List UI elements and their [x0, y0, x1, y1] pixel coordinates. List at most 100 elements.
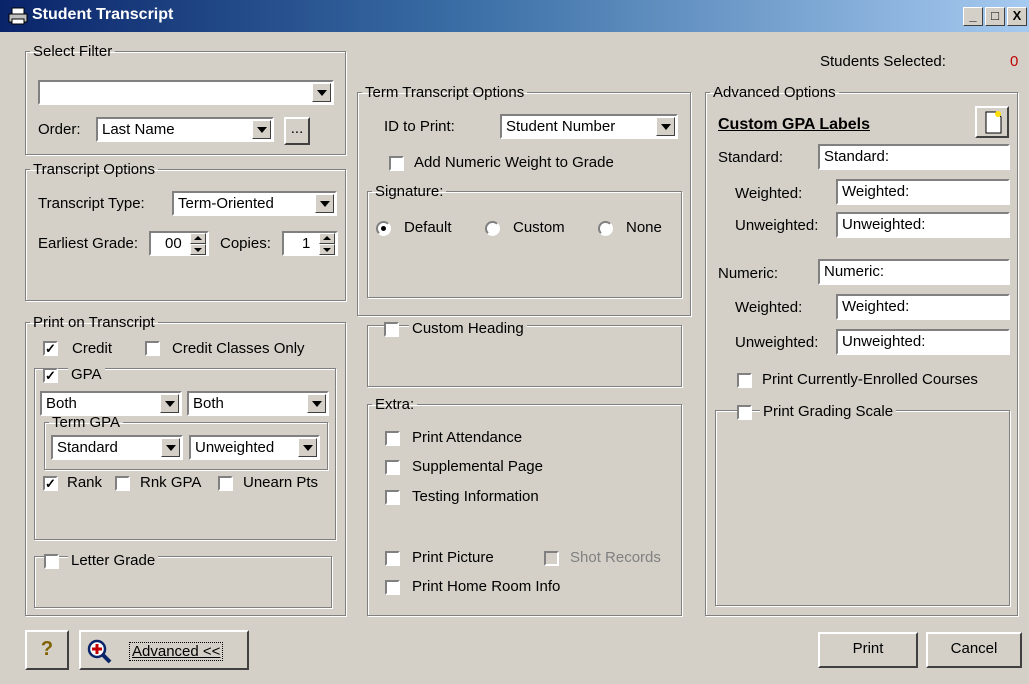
supplemental-page-label: Supplemental Page — [412, 458, 543, 475]
weighted-field[interactable]: Weighted: — [836, 179, 1010, 205]
new-document-button[interactable] — [975, 106, 1009, 138]
chevron-down-icon[interactable] — [161, 438, 180, 457]
print-on-transcript-legend: Print on Transcript — [33, 314, 155, 331]
transcript-options-legend: Transcript Options — [33, 161, 155, 178]
signature-group: Signature: — [367, 183, 682, 298]
signature-none-label: None — [626, 219, 662, 236]
students-selected-count: 0 — [1010, 53, 1019, 70]
numeric-weighted-field[interactable]: Weighted: — [836, 294, 1010, 320]
numeric-value: Numeric: — [824, 263, 885, 280]
custom-heading-label: Custom Heading — [409, 320, 527, 337]
shot-records-checkbox[interactable] — [544, 551, 559, 566]
signature-none-radio[interactable] — [598, 221, 613, 236]
signature-default-radio[interactable] — [376, 221, 391, 236]
signature-default-label: Default — [404, 219, 452, 236]
rank-checkbox[interactable]: ✓ — [43, 476, 58, 491]
print-button[interactable]: Print — [818, 632, 918, 668]
chevron-down-icon[interactable] — [252, 120, 271, 139]
chevron-down-icon[interactable] — [160, 394, 179, 413]
copies-value: 1 — [302, 235, 311, 252]
numeric-field[interactable]: Numeric: — [818, 259, 1010, 285]
print-picture-label: Print Picture — [412, 549, 494, 566]
standard-field[interactable]: Standard: — [818, 144, 1010, 170]
spinner-arrows-icon[interactable] — [190, 233, 206, 256]
unweighted-value: Unweighted: — [842, 216, 926, 233]
print-picture-checkbox[interactable] — [385, 551, 400, 566]
print-currently-enrolled-label: Print Currently-Enrolled Courses — [762, 371, 978, 388]
numeric-unweighted-field[interactable]: Unweighted: — [836, 329, 1010, 355]
numeric-label: Numeric: — [718, 265, 779, 282]
filter-select[interactable] — [38, 80, 334, 105]
chevron-down-icon[interactable] — [298, 438, 317, 457]
copies-spinner[interactable]: 1 — [282, 231, 338, 256]
credit-checkbox[interactable]: ✓ — [43, 341, 58, 356]
gpa-label: GPA — [68, 366, 105, 383]
add-weight-label: Add Numeric Weight to Grade — [414, 154, 614, 171]
title-bar: Student Transcript _ □ X — [0, 0, 1029, 32]
term-gpa-select-1[interactable]: Standard — [51, 435, 183, 460]
unearn-pts-label: Unearn Pts — [243, 474, 319, 491]
earliest-grade-spinner[interactable]: 00 — [149, 231, 209, 256]
order-label: Order: — [38, 121, 81, 138]
print-attendance-checkbox[interactable] — [385, 431, 400, 446]
custom-gpa-labels-heading: Custom GPA Labels — [718, 116, 871, 133]
minimize-button[interactable]: _ — [963, 7, 983, 26]
rnk-gpa-label: Rnk GPA — [140, 474, 202, 491]
id-to-print-label: ID to Print: — [384, 118, 455, 135]
students-selected-label: Students Selected: — [820, 53, 946, 70]
testing-information-checkbox[interactable] — [385, 490, 400, 505]
print-currently-enrolled-checkbox[interactable] — [737, 373, 752, 388]
help-button[interactable]: ? — [25, 630, 69, 670]
weighted-value: Weighted: — [842, 183, 910, 200]
signature-legend: Signature: — [375, 183, 444, 200]
order-browse-button[interactable]: ... — [284, 117, 310, 145]
cancel-button[interactable]: Cancel — [926, 632, 1022, 668]
chevron-down-icon[interactable] — [312, 83, 331, 102]
spinner-arrows-icon[interactable] — [319, 233, 335, 256]
new-document-icon — [985, 111, 1002, 134]
advanced-options-legend: Advanced Options — [713, 84, 836, 101]
testing-information-label: Testing Information — [412, 488, 539, 505]
print-attendance-label: Print Attendance — [412, 429, 523, 446]
letter-grade-checkbox[interactable] — [44, 554, 59, 569]
credit-classes-only-label: Credit Classes Only — [172, 340, 305, 357]
grading-scale-group — [715, 410, 1010, 606]
term-gpa-select-2[interactable]: Unweighted — [189, 435, 320, 460]
credit-classes-only-checkbox[interactable] — [145, 341, 160, 356]
print-home-room-checkbox[interactable] — [385, 580, 400, 595]
custom-heading-checkbox[interactable] — [384, 322, 399, 337]
print-grading-scale-label: Print Grading Scale — [760, 403, 897, 420]
term-gpa-select-2-value: Unweighted — [195, 439, 275, 456]
supplemental-page-checkbox[interactable] — [385, 460, 400, 475]
id-to-print-select[interactable]: Student Number — [500, 114, 678, 139]
print-home-room-label: Print Home Room Info — [412, 578, 561, 595]
chevron-down-icon[interactable] — [315, 194, 334, 213]
add-weight-checkbox[interactable] — [389, 156, 404, 171]
shot-records-label: Shot Records — [570, 549, 661, 566]
rnk-gpa-checkbox[interactable] — [115, 476, 130, 491]
advanced-toggle-button[interactable]: Advanced << — [79, 630, 249, 670]
transcript-type-value: Term-Oriented — [178, 195, 274, 212]
signature-custom-radio[interactable] — [485, 221, 500, 236]
id-to-print-value: Student Number — [506, 118, 616, 135]
gpa-select-1-value: Both — [46, 395, 77, 412]
print-grading-scale-checkbox[interactable] — [737, 405, 752, 420]
gpa-select-2[interactable]: Both — [187, 391, 329, 416]
zoom-in-icon — [87, 639, 112, 664]
chevron-down-icon[interactable] — [307, 394, 326, 413]
earliest-grade-label: Earliest Grade: — [38, 235, 139, 252]
gpa-select-1[interactable]: Both — [40, 391, 182, 416]
order-select[interactable]: Last Name — [96, 117, 274, 142]
select-filter-legend: Select Filter — [33, 43, 113, 60]
maximize-button[interactable]: □ — [985, 7, 1005, 26]
unweighted-field[interactable]: Unweighted: — [836, 212, 1010, 238]
chevron-down-icon[interactable] — [656, 117, 675, 136]
credit-label: Credit — [72, 340, 113, 357]
weighted-label: Weighted: — [735, 185, 803, 202]
unearn-pts-checkbox[interactable] — [218, 476, 233, 491]
transcript-type-select[interactable]: Term-Oriented — [172, 191, 337, 216]
close-button[interactable]: X — [1007, 7, 1027, 26]
gpa-checkbox[interactable]: ✓ — [43, 368, 58, 383]
signature-custom-label: Custom — [513, 219, 565, 236]
standard-value: Standard: — [824, 148, 890, 165]
